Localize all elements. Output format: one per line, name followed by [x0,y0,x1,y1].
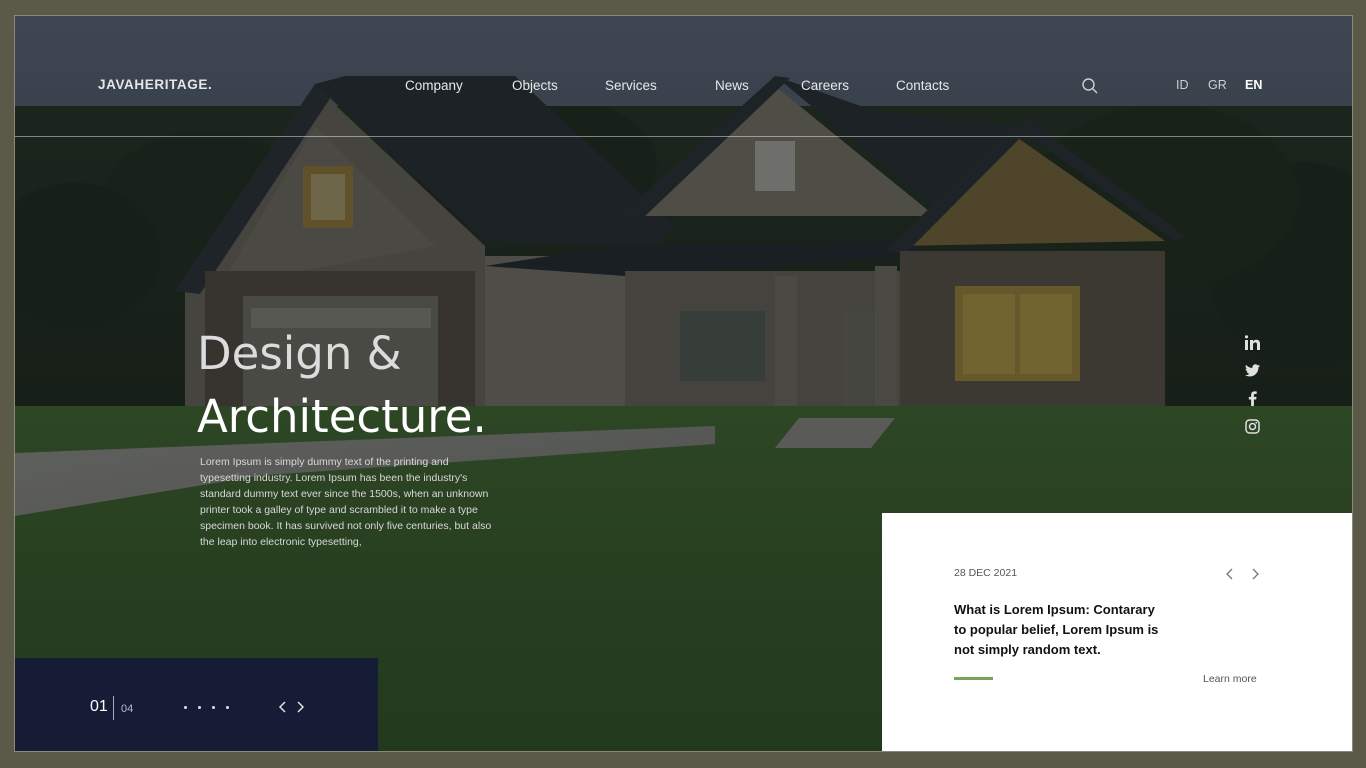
slide-dot-2[interactable] [198,706,201,709]
nav-item-careers[interactable]: Careers [801,78,849,93]
lang-en[interactable]: EN [1245,78,1262,92]
instagram-icon[interactable] [1243,417,1261,435]
nav-item-services[interactable]: Services [605,78,657,93]
slide-dot-4[interactable] [226,706,229,709]
linkedin-icon[interactable] [1243,333,1261,351]
news-date: 28 DEC 2021 [954,567,1018,579]
nav-item-contacts[interactable]: Contacts [896,78,949,93]
news-title[interactable]: What is Lorem Ipsum: Contarary to popula… [954,600,1169,660]
facebook-icon[interactable] [1243,389,1261,407]
site-header: JAVAHERITAGE. Company Objects Services N… [15,16,1352,137]
nav-item-news[interactable]: News [715,78,749,93]
slide-divider [113,696,114,720]
slide-total-number: 04 [121,703,134,715]
news-card: 28 DEC 2021 What is Lorem Ipsum: Contara… [882,513,1352,751]
nav-item-company[interactable]: Company [405,78,463,93]
slide-dot-1[interactable] [184,706,187,709]
slide-dot-3[interactable] [212,706,215,709]
hero-title-line2: Architecture. [197,390,487,443]
learn-more-link[interactable]: Learn more [1203,673,1257,685]
chevron-right-icon[interactable] [293,700,307,714]
twitter-icon[interactable] [1243,361,1261,379]
site-logo[interactable]: JAVAHERITAGE. [98,77,212,92]
news-prev-chevron-icon[interactable] [1223,567,1237,581]
hero-description: Lorem Ipsum is simply dummy text of the … [200,456,492,548]
news-next-chevron-icon[interactable] [1248,567,1262,581]
lang-id[interactable]: ID [1176,78,1189,92]
hero-frame: JAVAHERITAGE. Company Objects Services N… [14,15,1353,752]
chevron-left-icon[interactable] [276,700,290,714]
lang-gr[interactable]: GR [1208,78,1227,92]
slide-current-number: 01 [90,698,108,715]
slider-panel: 01 04 [15,658,378,751]
news-accent-line [954,677,993,680]
hero-title: Design & Architecture. [197,322,487,448]
hero-title-line1: Design & [197,327,402,380]
nav-item-objects[interactable]: Objects [512,78,558,93]
search-icon[interactable] [1081,77,1099,95]
